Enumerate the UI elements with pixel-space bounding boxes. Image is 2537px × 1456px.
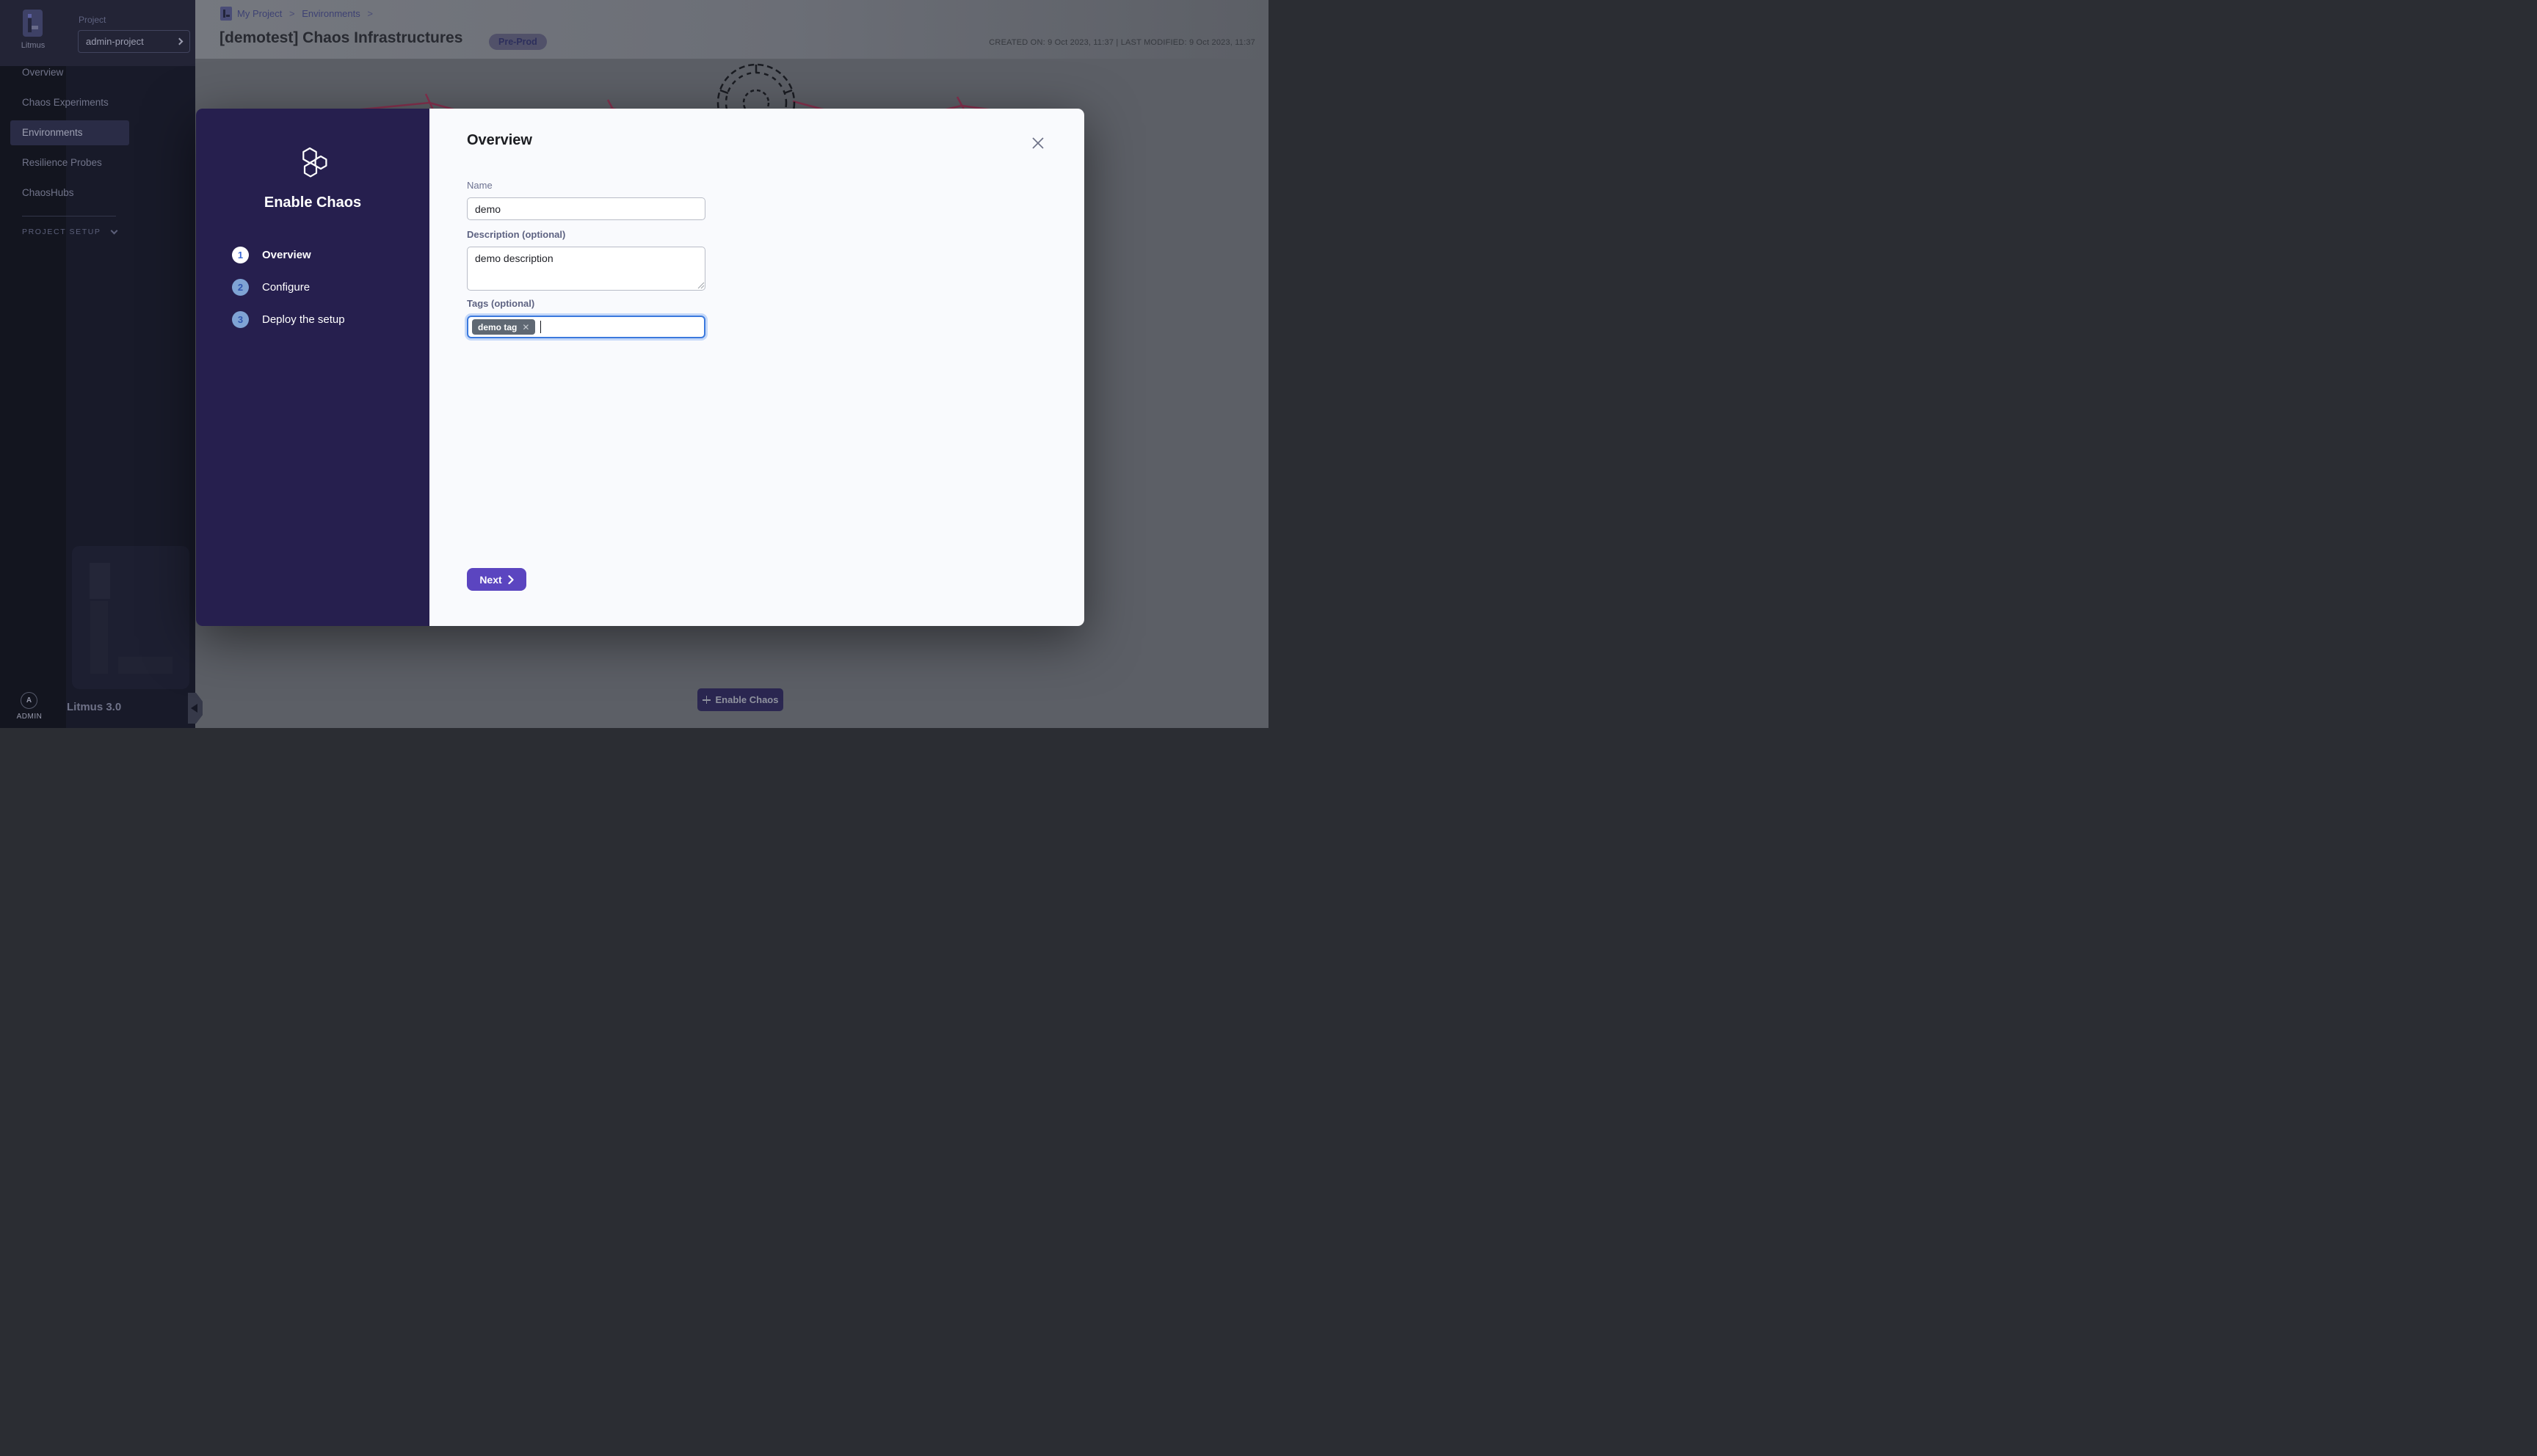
created-modified-meta: CREATED ON: 9 Oct 2023, 11:37 | LAST MOD… [989,38,1255,47]
page-title: [demotest] Chaos Infrastructures [219,29,462,47]
tags-label: Tags (optional) [467,298,534,309]
sidebar-item-chaos-experiments[interactable]: Chaos Experiments [0,90,129,115]
step-deploy-the-setup[interactable]: 3 Deploy the setup [232,311,345,328]
step-label: Deploy the setup [262,313,345,326]
description-label: Description (optional) [467,229,565,240]
user-role-label: ADMIN [0,713,59,721]
enable-chaos-modal: Enable Chaos 1 Overview 2 Configure 3 De… [196,109,1084,626]
breadcrumb: My Project > Environments > [237,8,377,19]
wizard-title: Enable Chaos [196,194,429,211]
step-label: Configure [262,281,310,294]
project-setup-label: PROJECT SETUP [22,228,101,236]
litmus-logo-glyph [28,14,37,32]
project-setup-toggle[interactable]: PROJECT SETUP [22,228,117,236]
chevron-right-icon [176,38,184,46]
step-number-badge: 3 [232,311,249,328]
avatar-initial: A [26,696,32,705]
next-chevron-icon [508,575,514,584]
enable-chaos-button[interactable]: Enable Chaos [697,688,783,711]
name-field[interactable] [467,197,705,220]
name-label: Name [467,180,493,191]
sidebar-promo-card [72,546,189,689]
avatar[interactable]: A [21,692,37,709]
breadcrumb-separator: > [289,8,295,19]
litmus-logo-icon[interactable] [23,10,43,37]
placeholder-block [90,563,110,599]
chevron-down-icon [110,228,117,235]
tag-chip-label: demo tag [478,322,517,332]
next-button[interactable]: Next [467,568,526,591]
description-field[interactable]: demo description [467,247,705,291]
hexagon-logo-icon [299,147,330,179]
placeholder-block [90,601,108,674]
tag-remove-icon[interactable]: ✕ [522,323,529,332]
project-name: admin-project [86,36,177,47]
breadcrumb-environments[interactable]: Environments [302,8,360,19]
sidebar-project-area: Litmus Project admin-project [0,0,195,66]
step-label: Overview [262,249,311,261]
sidebar-item-chaoshubs[interactable]: ChaosHubs [0,181,129,205]
app-version-label: Litmus 3.0 [67,701,121,713]
overview-form-panel: Overview Name Description (optional) dem… [429,109,1084,626]
breadcrumb-logo-icon [220,7,232,21]
sidebar-item-overview[interactable]: Overview [0,60,129,85]
plus-icon [703,696,711,704]
collapse-sidebar-icon[interactable] [188,693,203,724]
litmus-logo-label: Litmus [0,41,66,50]
sidebar-item-resilience-probes[interactable]: Resilience Probes [0,150,129,175]
step-number-badge: 1 [232,247,249,263]
wizard-side-panel: Enable Chaos 1 Overview 2 Configure 3 De… [196,109,429,626]
next-button-label: Next [479,574,501,586]
litmus-app-screen: My Project > Environments > [demotest] C… [0,0,1268,728]
close-icon[interactable] [1030,135,1046,151]
enable-chaos-button-label: Enable Chaos [716,694,779,705]
breadcrumb-separator: > [367,8,373,19]
step-overview[interactable]: 1 Overview [232,247,311,263]
tags-field[interactable]: demo tag ✕ [467,316,705,338]
project-label: Project [79,15,106,25]
placeholder-block [118,657,173,674]
text-cursor [540,321,541,333]
sidebar-item-environments[interactable]: Environments [10,120,129,145]
environment-type-badge: Pre-Prod [489,34,547,50]
modal-title: Overview [467,132,532,149]
breadcrumb-my-project[interactable]: My Project [237,8,282,19]
step-configure[interactable]: 2 Configure [232,279,310,296]
tag-chip: demo tag ✕ [472,319,535,335]
project-selector[interactable]: admin-project [78,30,190,53]
step-number-badge: 2 [232,279,249,296]
